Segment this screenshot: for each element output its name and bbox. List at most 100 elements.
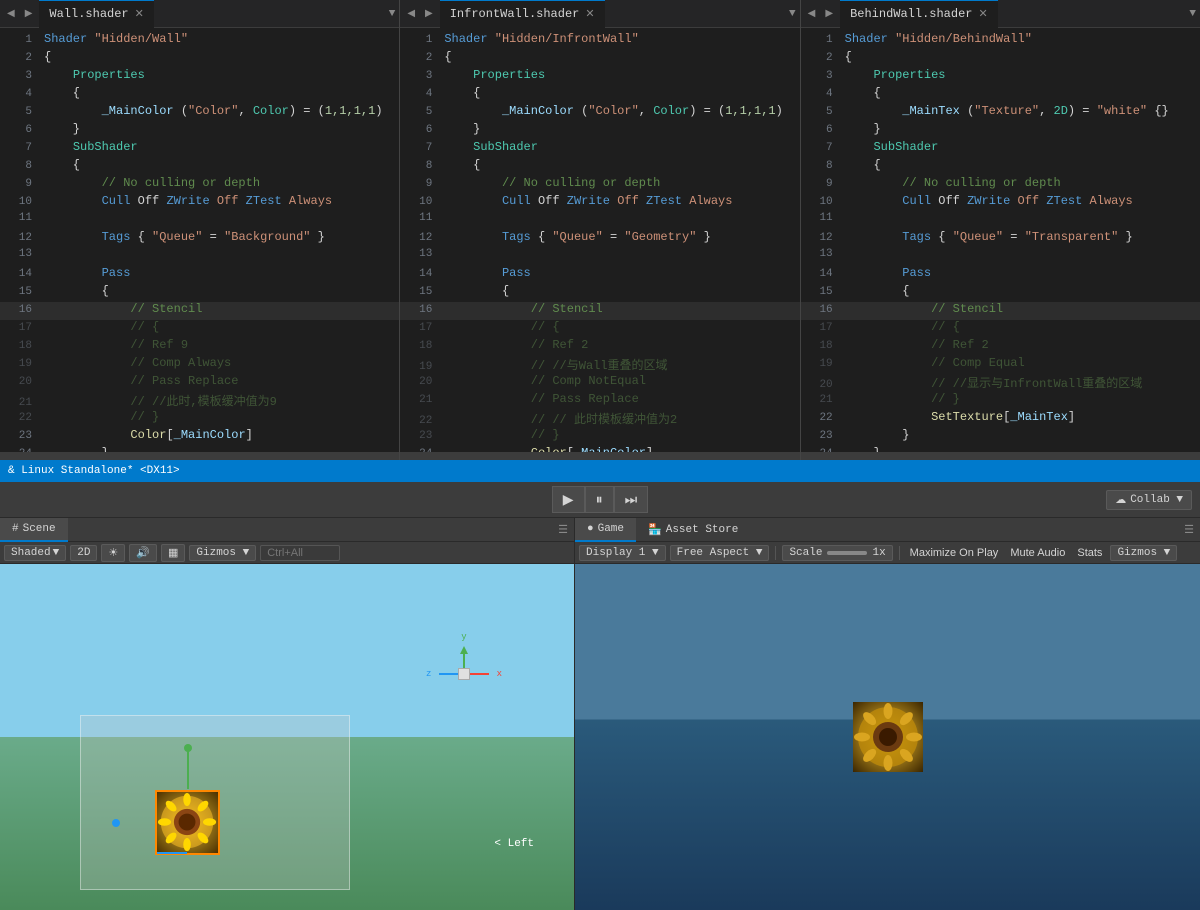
view-label: < Left	[494, 838, 534, 850]
play-button[interactable]: ▶	[552, 486, 585, 513]
nav-next-wall[interactable]: ▶	[22, 6, 36, 22]
shading-arrow-icon: ▼	[53, 547, 60, 559]
tab-overflow-behind[interactable]: ▼	[1189, 8, 1196, 20]
playback-controls: ▶ ⏸ ⏭	[552, 486, 648, 513]
fx-button[interactable]: ▦	[161, 544, 185, 562]
sun-button[interactable]: ☀	[101, 544, 125, 562]
nav-next-infront[interactable]: ▶	[422, 6, 436, 22]
transform-handle-y[interactable]	[187, 749, 189, 789]
editor-area: ◀ ▶ Wall.shader ✕ ▼ 1Shader "Hidden/Wall…	[0, 0, 1200, 460]
tab-wall-shader[interactable]: Wall.shader ✕	[39, 0, 153, 28]
game-tab-label: Game	[598, 523, 624, 535]
code-line: 2{	[0, 50, 399, 68]
sunflower-svg	[157, 790, 218, 855]
nav-prev-wall[interactable]: ◀	[4, 6, 18, 22]
aspect-dropdown[interactable]: Free Aspect ▼	[670, 545, 770, 561]
collab-icon: ☁	[1115, 493, 1126, 507]
scene-panel-menu[interactable]: ☰	[552, 523, 574, 537]
code-line: 19 // Comp Equal	[801, 356, 1200, 374]
code-line: 13	[801, 248, 1200, 266]
game-icon: ●	[587, 523, 594, 535]
code-line: 22 // // 此时模板缓冲值为2	[400, 410, 799, 428]
tab-behind-label: BehindWall.shader	[850, 7, 972, 21]
code-line: 4 {	[400, 86, 799, 104]
tab-behind-shader[interactable]: BehindWall.shader ✕	[840, 0, 998, 28]
code-line: 5 _MainColor ("Color", Color) = (1,1,1,1…	[0, 104, 399, 122]
scrollbar-wall[interactable]	[0, 452, 399, 460]
code-line: 7 SubShader	[0, 140, 399, 158]
shading-dropdown[interactable]: Shaded ▼	[4, 545, 66, 561]
code-line: 23 }	[801, 428, 1200, 446]
tab-scene[interactable]: # Scene	[0, 518, 68, 542]
status-bar: & Linux Standalone* <DX11>	[0, 460, 1200, 482]
code-line: 18 // Ref 9	[0, 338, 399, 356]
audio-button[interactable]: 🔊	[129, 544, 157, 562]
code-line: 9 // No culling or depth	[0, 176, 399, 194]
gizmos-game-dropdown[interactable]: Gizmos ▼	[1110, 545, 1177, 561]
game-panel: ● Game 🏪 Asset Store ☰ Display 1 ▼ Free …	[575, 518, 1200, 910]
code-line: 15 {	[801, 284, 1200, 302]
scene-viewport: x y z < Left	[0, 564, 574, 910]
step-button[interactable]: ⏭	[614, 486, 649, 513]
tab-game[interactable]: ● Game	[575, 518, 636, 542]
code-line: 2{	[801, 50, 1200, 68]
code-line: 9 // No culling or depth	[400, 176, 799, 194]
tab-infront-shader[interactable]: InfrontWall.shader ✕	[440, 0, 605, 28]
close-infront-tab[interactable]: ✕	[585, 7, 594, 21]
code-line: 20 // //显示与InfrontWall重叠的区域	[801, 374, 1200, 392]
game-panel-menu[interactable]: ☰	[1178, 523, 1200, 537]
maximize-button[interactable]: Maximize On Play	[906, 546, 1003, 560]
editor-panel-behind: ◀ ▶ BehindWall.shader ✕ ▼ 1Shader "Hidde…	[801, 0, 1200, 460]
scrollbar-infront[interactable]	[400, 452, 799, 460]
sunflower-image	[157, 792, 218, 853]
gizmos-label: Gizmos ▼	[196, 547, 249, 559]
display-label: Display 1 ▼	[586, 547, 659, 559]
scale-control[interactable]: Scale 1x	[782, 545, 892, 561]
scrollbar-behind[interactable]	[801, 452, 1200, 460]
code-line: 19 // Comp Always	[0, 356, 399, 374]
pause-button[interactable]: ⏸	[585, 486, 614, 513]
tab-bar-infront: ◀ ▶ InfrontWall.shader ✕ ▼	[400, 0, 799, 28]
tab-overflow-infront[interactable]: ▼	[789, 8, 796, 20]
scale-label: Scale	[789, 547, 822, 559]
tab-infront-label: InfrontWall.shader	[450, 7, 580, 21]
close-wall-tab[interactable]: ✕	[135, 7, 144, 21]
collab-button[interactable]: ☁ Collab ▼	[1106, 490, 1192, 510]
code-line: 20 // Pass Replace	[0, 374, 399, 392]
scene-search-input[interactable]	[260, 545, 340, 561]
code-line: 12 Tags { "Queue" = "Background" }	[0, 230, 399, 248]
code-line: 12 Tags { "Queue" = "Transparent" }	[801, 230, 1200, 248]
gizmos-dropdown[interactable]: Gizmos ▼	[189, 545, 256, 561]
selected-object[interactable]	[155, 790, 220, 855]
2d-toggle[interactable]: 2D	[70, 545, 97, 561]
stats-button[interactable]: Stats	[1073, 546, 1106, 560]
transform-handle-z[interactable]	[157, 852, 187, 854]
tab-bar-behind: ◀ ▶ BehindWall.shader ✕ ▼	[801, 0, 1200, 28]
unity-toolbar: ▶ ⏸ ⏭ ☁ Collab ▼	[0, 482, 1200, 518]
tab-overflow-wall[interactable]: ▼	[389, 8, 396, 20]
mute-button[interactable]: Mute Audio	[1006, 546, 1069, 560]
code-line: 3 Properties	[801, 68, 1200, 86]
scale-value: 1x	[872, 547, 885, 559]
handle-top-dot[interactable]	[184, 744, 192, 752]
nav-prev-infront[interactable]: ◀	[404, 6, 418, 22]
code-line: 16 // Stencil	[801, 302, 1200, 320]
scene-controls: Shaded ▼ 2D ☀ 🔊 ▦ Gizmos ▼	[0, 542, 574, 564]
nav-prev-behind[interactable]: ◀	[805, 6, 819, 22]
handle-left-dot[interactable]	[112, 819, 120, 827]
game-tab-bar: ● Game 🏪 Asset Store ☰	[575, 518, 1200, 542]
unity-panels: # Scene ☰ Shaded ▼ 2D ☀ 🔊	[0, 518, 1200, 910]
2d-label: 2D	[77, 547, 90, 559]
scale-slider[interactable]	[827, 551, 867, 555]
code-line: 12 Tags { "Queue" = "Geometry" }	[400, 230, 799, 248]
nav-next-behind[interactable]: ▶	[822, 6, 836, 22]
code-line: 5 _MainTex ("Texture", 2D) = "white" {}	[801, 104, 1200, 122]
code-line: 16 // Stencil	[0, 302, 399, 320]
display-dropdown[interactable]: Display 1 ▼	[579, 545, 666, 561]
code-line: 18 // Ref 2	[400, 338, 799, 356]
tab-asset-store[interactable]: 🏪 Asset Store	[636, 518, 750, 542]
code-line: 16 // Stencil	[400, 302, 799, 320]
code-line: 14 Pass	[400, 266, 799, 284]
close-behind-tab[interactable]: ✕	[978, 7, 987, 21]
code-line: 11	[400, 212, 799, 230]
